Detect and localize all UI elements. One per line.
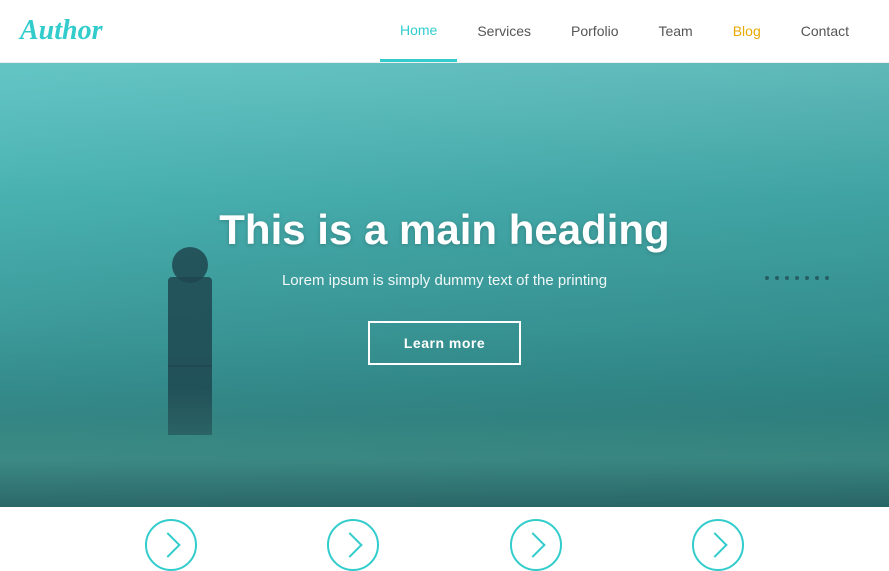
nav-link-contact[interactable]: Contact xyxy=(781,0,869,62)
hero-waves xyxy=(0,387,889,507)
nav-item-services[interactable]: Services xyxy=(457,0,551,62)
hero-content: This is a main heading Lorem ipsum is si… xyxy=(219,206,669,365)
navbar: Author Home Services Porfolio Team Blog … xyxy=(0,0,889,63)
nav-link-home[interactable]: Home xyxy=(380,0,457,62)
hero-section: This is a main heading Lorem ipsum is si… xyxy=(0,63,889,507)
nav-link-portfolio[interactable]: Porfolio xyxy=(551,0,638,62)
bottom-section xyxy=(0,507,889,571)
nav-link-blog[interactable]: Blog xyxy=(713,0,781,62)
nav-link-team[interactable]: Team xyxy=(638,0,712,62)
swimmer-dot xyxy=(775,276,779,280)
learn-more-button[interactable]: Learn more xyxy=(368,321,521,365)
feature-icon-3 xyxy=(510,519,562,571)
hero-heading: This is a main heading xyxy=(219,206,669,254)
nav-menu: Home Services Porfolio Team Blog Contact xyxy=(380,0,869,62)
feature-icon-1 xyxy=(145,519,197,571)
swimmer-dot xyxy=(785,276,789,280)
nav-link-services[interactable]: Services xyxy=(457,0,551,62)
person-body xyxy=(168,277,212,367)
feature-icon-2 xyxy=(327,519,379,571)
nav-item-team[interactable]: Team xyxy=(638,0,712,62)
nav-item-contact[interactable]: Contact xyxy=(781,0,869,62)
horizon-swimmers xyxy=(765,276,829,280)
brand-logo[interactable]: Author xyxy=(20,15,380,47)
hero-subtext: Lorem ipsum is simply dummy text of the … xyxy=(219,272,669,289)
swimmer-dot xyxy=(815,276,819,280)
swimmer-dot xyxy=(795,276,799,280)
swimmer-dot xyxy=(805,276,809,280)
swimmer-dot xyxy=(825,276,829,280)
nav-item-home[interactable]: Home xyxy=(380,0,457,62)
nav-item-portfolio[interactable]: Porfolio xyxy=(551,0,638,62)
swimmer-dot xyxy=(765,276,769,280)
nav-item-blog[interactable]: Blog xyxy=(713,0,781,62)
feature-icon-4 xyxy=(692,519,744,571)
